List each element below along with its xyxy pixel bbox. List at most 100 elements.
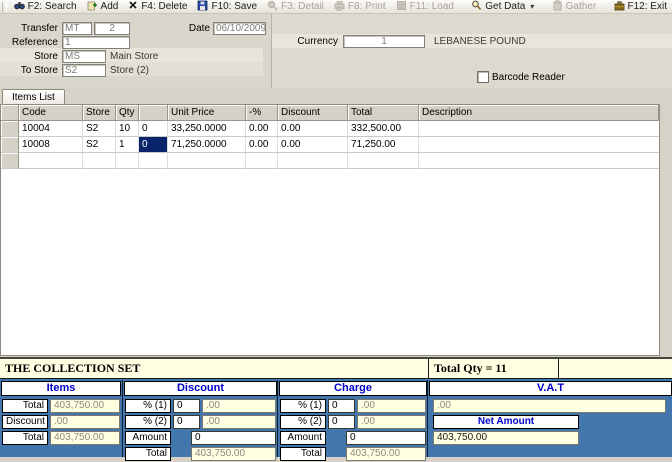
collection-header-row: THE COLLECTION SET Total Qty = 11 (0, 359, 672, 379)
items-grid: Code Store Qty Unit Price -% Discount To… (0, 104, 660, 356)
cell-pct[interactable]: 0.00 (246, 121, 278, 137)
detail-button[interactable]: F3: Detail (262, 0, 329, 14)
discount-pct1-input[interactable]: 0 (173, 399, 200, 413)
cell-empty[interactable] (246, 153, 278, 169)
get-data-magnifier-icon (471, 0, 482, 14)
cell-flag-selected[interactable]: 0 (139, 137, 168, 153)
cell-qty[interactable]: 10 (116, 121, 139, 137)
store-label: Store (10, 51, 58, 62)
binoculars-icon (14, 0, 25, 14)
to-store-field[interactable]: S2 (62, 64, 106, 77)
cell-discount[interactable]: 0.00 (278, 137, 348, 153)
net-amount-value: 403,750.00 (433, 431, 579, 445)
discount-amount-input[interactable]: 0 (191, 431, 276, 445)
get-data-button[interactable]: Get Data ▾ (466, 0, 539, 14)
cell-description[interactable] (419, 137, 659, 153)
grid-header-row: Code Store Qty Unit Price -% Discount To… (1, 105, 659, 121)
row-selector[interactable] (1, 121, 19, 137)
cell-qty[interactable]: 1 (116, 137, 139, 153)
charge-amount-input[interactable]: 0 (346, 431, 426, 445)
items-discount-value: .00 (50, 415, 120, 429)
charge-section-header: Charge (279, 381, 427, 396)
add-button[interactable]: Add (82, 0, 124, 14)
tab-items-list[interactable]: Items List (2, 89, 65, 105)
detail-magnifier-icon (267, 0, 278, 14)
toolbar-label: F12: Exit (628, 1, 667, 12)
row-selector[interactable] (1, 137, 19, 153)
cell-total[interactable]: 71,250.00 (348, 137, 419, 153)
grid-header-description[interactable]: Description (419, 105, 659, 121)
vat-section-header: V.A.T (429, 381, 672, 396)
cell-empty[interactable] (419, 153, 659, 169)
barcode-reader-checkbox[interactable] (477, 71, 489, 83)
gather-button[interactable]: Gather (547, 0, 602, 14)
cell-store[interactable]: S2 (83, 137, 116, 153)
toolbar-label: F3: Detail (281, 1, 324, 12)
toolbar-grip (2, 2, 7, 12)
items-net-total-value: 403,750.00 (50, 431, 120, 445)
transfer-number-field[interactable]: 2 (94, 22, 130, 35)
discount-pct2-input[interactable]: 0 (173, 415, 200, 429)
transfer-prefix-field[interactable]: MT (62, 22, 92, 35)
toolbar-label: Gather (566, 1, 597, 12)
toolbar-label: F2: Search (28, 1, 77, 12)
charge-amount-label: Amount (280, 431, 326, 445)
exit-button[interactable]: F12: Exit (609, 0, 672, 14)
collection-header-spacer (559, 359, 672, 378)
printer-icon (334, 0, 345, 14)
delete-button[interactable]: F4: Delete (123, 0, 192, 14)
charge-total-value: 403,750.00 (346, 447, 426, 461)
print-button[interactable]: F8: Print (329, 0, 391, 14)
cell-flag[interactable]: 0 (139, 121, 168, 137)
items-total-value: 403,750.00 (50, 399, 120, 413)
grid-header-discount[interactable]: Discount (278, 105, 348, 121)
cell-empty[interactable] (19, 153, 83, 169)
charge-pct2-input[interactable]: 0 (328, 415, 355, 429)
delete-x-icon (128, 0, 138, 13)
charge-section: Charge % (1) 0 .00 % (2) 0 .00 Amount 0 … (277, 380, 428, 457)
grid-header-flag[interactable] (139, 105, 168, 121)
cell-code[interactable]: 10004 (19, 121, 83, 137)
cell-discount[interactable]: 0.00 (278, 121, 348, 137)
load-button[interactable]: F11: Load (391, 0, 459, 14)
cell-empty[interactable] (116, 153, 139, 169)
grid-header-store[interactable]: Store (83, 105, 116, 121)
cell-empty[interactable] (168, 153, 246, 169)
grid-header-unit-price[interactable]: Unit Price (168, 105, 246, 121)
store-field[interactable]: MS (62, 50, 106, 63)
grid-header-pct[interactable]: -% (246, 105, 278, 121)
grid-header-qty[interactable]: Qty (116, 105, 139, 121)
reference-field[interactable]: 1 (62, 36, 130, 49)
search-button[interactable]: F2: Search (9, 0, 82, 14)
cell-unit-price[interactable]: 33,250.0000 (168, 121, 246, 137)
cell-empty[interactable] (278, 153, 348, 169)
cell-pct[interactable]: 0.00 (246, 137, 278, 153)
currency-label: Currency (290, 36, 338, 47)
cell-store[interactable]: S2 (83, 121, 116, 137)
cell-unit-price[interactable]: 71,250.0000 (168, 137, 246, 153)
save-button[interactable]: F10: Save (192, 0, 262, 14)
vat-section: V.A.T .00 Net Amount 403,750.00 (427, 380, 672, 457)
cell-empty[interactable] (348, 153, 419, 169)
barcode-reader-label: Barcode Reader (492, 72, 565, 83)
cell-code[interactable]: 10008 (19, 137, 83, 153)
currency-name-text: LEBANESE POUND (434, 36, 526, 47)
cell-description[interactable] (419, 121, 659, 137)
cell-empty[interactable] (83, 153, 116, 169)
table-row: 10004 S2 10 0 33,250.0000 0.00 0.00 332,… (1, 121, 659, 137)
currency-field[interactable]: 1 (343, 35, 425, 48)
discount-section: Discount % (1) 0 .00 % (2) 0 .00 Amount … (122, 380, 278, 457)
cell-total[interactable]: 332,500.00 (348, 121, 419, 137)
toolbar-label: Get Data (485, 1, 525, 12)
save-disk-icon (197, 0, 208, 14)
cell-empty[interactable] (139, 153, 168, 169)
items-total-label: Total (2, 399, 48, 413)
charge-pct1-label: % (1) (280, 399, 326, 413)
grid-header-code[interactable]: Code (19, 105, 83, 121)
row-selector[interactable] (1, 153, 19, 169)
charge-pct1-input[interactable]: 0 (328, 399, 355, 413)
discount-pct2-amount: .00 (202, 415, 276, 429)
date-field[interactable]: 06/10/2009 (213, 22, 266, 35)
vat-amount-value: .00 (433, 399, 666, 413)
grid-header-total[interactable]: Total (348, 105, 419, 121)
